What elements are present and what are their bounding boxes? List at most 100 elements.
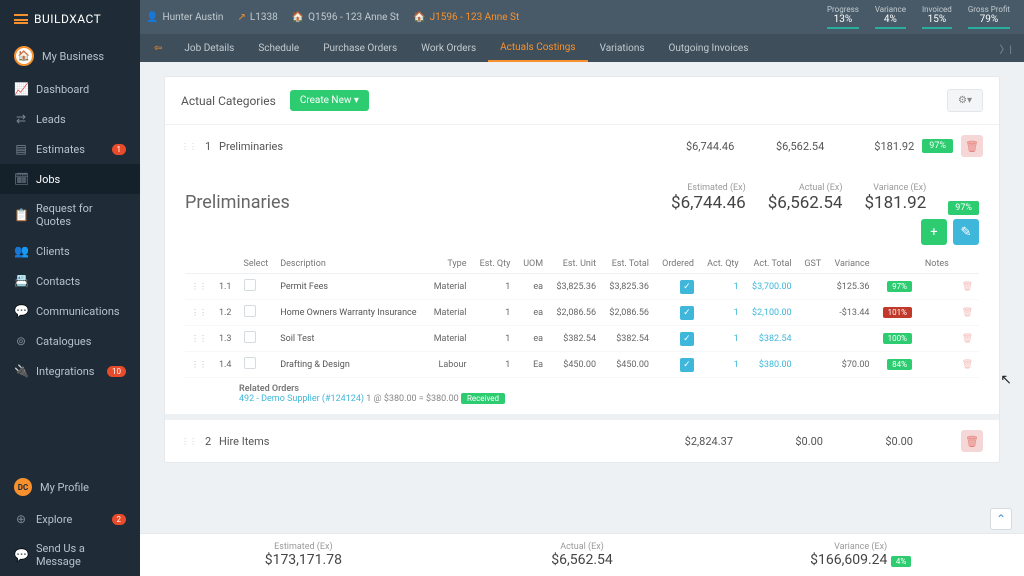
items-table: Select Description Type Est. Qty UOM Est… [185,255,979,378]
edit-button[interactable]: ✎ [953,219,979,245]
breadcrumb[interactable]: 🏠 J1596 - 123 Anne St [413,12,519,23]
drag-handle-icon[interactable]: ⋮⋮ [185,274,213,300]
ordered-check-icon[interactable]: ✓ [680,280,694,294]
col-gst: GST [798,255,828,274]
act-qty-link[interactable]: 1 [734,360,739,370]
sidebar-item-catalogues[interactable]: ⊚Catalogues [0,326,140,356]
delete-row-button[interactable]: 🗑 [962,360,973,370]
sidebar-item-send-us-a-message[interactable]: 💬Send Us a Message [0,534,140,576]
col-uom: UOM [516,255,549,274]
add-item-button[interactable]: + [921,219,947,245]
menu-icon[interactable] [14,14,28,24]
act-total-link[interactable]: $2,100.00 [752,308,792,318]
tab-work-orders[interactable]: Work Orders [409,34,488,62]
ordered-check-icon[interactable]: ✓ [680,332,694,346]
back-icon[interactable]: ⇦ [144,43,172,54]
var-value: $181.92 [864,193,926,213]
tab-purchase-orders[interactable]: Purchase Orders [311,34,409,62]
sidebar-item-request-for-quotes[interactable]: 📋Request for Quotes [0,194,140,236]
col-type: Type [427,255,473,274]
delete-row-button[interactable]: 🗑 [962,334,973,344]
category-name: Hire Items [219,435,643,448]
drag-handle-icon[interactable]: ⋮⋮ [181,437,197,446]
breadcrumb[interactable]: ↗ L1338 [237,12,277,23]
sidebar-item-clients[interactable]: 👥Clients [0,236,140,266]
act-value: $6,562.54 [768,193,843,213]
metric-variance: Variance4% [875,5,906,29]
metric-invoiced: Invoiced15% [922,5,952,29]
topbar: 👤 Hunter Austin ↗ L1338 🏠 Q1596 - 123 Anne… [140,0,1024,34]
sidebar: BUILDXACT 🏠My Business📈Dashboard⇄Leads▤E… [0,0,140,576]
tab-job-details[interactable]: Job Details [172,34,246,62]
drag-handle-icon[interactable]: ⋮⋮ [185,352,213,378]
tab-actuals-costings[interactable]: Actuals Costings [488,34,587,62]
est-label: Estimated (Ex) [671,183,746,193]
sidebar-item-dashboard[interactable]: 📈Dashboard [0,74,140,104]
sidebar-item-communications[interactable]: 💬Communications [0,296,140,326]
ordered-check-icon[interactable]: ✓ [680,306,694,320]
breadcrumb[interactable]: 🏠 Q1596 - 123 Anne St [292,12,399,23]
select-checkbox[interactable] [244,305,256,317]
footer-totals: Estimated (Ex)$173,171.78 Actual (Ex)$6,… [140,533,1024,576]
act-total-link[interactable]: $3,700.00 [752,282,792,292]
scroll-top-button[interactable]: ⌃ [990,508,1012,530]
act-qty-link[interactable]: 1 [734,308,739,318]
delete-category-button[interactable]: 🗑 [961,135,983,157]
category-name: Preliminaries [219,140,644,153]
delete-row-button[interactable]: 🗑 [962,282,973,292]
act-total-link[interactable]: $382.54 [759,334,792,344]
select-checkbox[interactable] [244,279,256,291]
related-orders: Related Orders 492 - Demo Supplier (#124… [185,378,979,410]
col-variance: Variance [827,255,875,274]
sidebar-item-explore[interactable]: ⊕Explore2 [0,504,140,534]
sidebar-item-integrations[interactable]: 🔌Integrations10 [0,356,140,386]
variance-pill: 101% [883,307,912,318]
foot-act-value: $6,562.54 [443,552,722,568]
foot-act-label: Actual (Ex) [443,542,722,552]
panel-title: Actual Categories [181,94,276,108]
metric-gross profit: Gross Profit79% [968,5,1010,29]
tab-variations[interactable]: Variations [588,34,657,62]
categories-panel: Actual Categories Create New ▾ ⚙▾ ⋮⋮ 1 P… [164,76,1000,463]
sidebar-item-estimates[interactable]: ▤Estimates1 [0,134,140,164]
settings-button[interactable]: ⚙▾ [947,89,983,112]
table-row: ⋮⋮1.2Home Owners Warranty InsuranceMater… [185,300,979,326]
table-row: ⋮⋮1.1Permit FeesMaterial1ea$3,825.36$3,8… [185,274,979,300]
select-checkbox[interactable] [244,357,256,369]
delete-row-button[interactable]: 🗑 [962,308,973,318]
sidebar-item-my-business[interactable]: 🏠My Business [0,38,140,74]
col-notes: Notes [918,255,955,274]
act-total-link[interactable]: $380.00 [759,360,792,370]
forward-icon[interactable]: 〉| [992,41,1020,56]
col-select: Select [238,255,275,274]
col-desc: Description [274,255,426,274]
related-order-link[interactable]: 492 - Demo Supplier (#124124) [239,394,364,404]
variance-pill: 100% [883,333,912,344]
delete-category-button[interactable]: 🗑 [961,430,983,452]
create-new-button[interactable]: Create New ▾ [290,90,369,111]
sidebar-item-contacts[interactable]: 📇Contacts [0,266,140,296]
drag-handle-icon[interactable]: ⋮⋮ [181,142,197,151]
act-qty-link[interactable]: 1 [734,334,739,344]
ordered-check-icon[interactable]: ✓ [680,358,694,372]
act-qty-link[interactable]: 1 [734,282,739,292]
status-received: Received [461,393,505,404]
category-variance: $0.00 [823,435,913,448]
col-eunit: Est. Unit [549,255,602,274]
drag-handle-icon[interactable]: ⋮⋮ [185,326,213,352]
breadcrumb[interactable]: 👤 Hunter Austin [146,12,223,23]
category-detail: Preliminaries Estimated (Ex)$6,744.46 Ac… [165,167,999,414]
tab-outgoing-invoices[interactable]: Outgoing Invoices [657,34,761,62]
detail-progress: 97% [948,201,979,215]
select-checkbox[interactable] [244,331,256,343]
foot-est-label: Estimated (Ex) [164,542,443,552]
sidebar-item-my-profile[interactable]: DCMy Profile [0,470,140,504]
category-row-2[interactable]: ⋮⋮ 2 Hire Items $2,824.37 $0.00 $0.00 🗑 [165,414,999,462]
category-row-1[interactable]: ⋮⋮ 1 Preliminaries $6,744.46 $6,562.54 $… [165,124,999,167]
sidebar-item-leads[interactable]: ⇄Leads [0,104,140,134]
tab-schedule[interactable]: Schedule [246,34,311,62]
table-row: ⋮⋮1.4Drafting & DesignLabour1Ea$450.00$4… [185,352,979,378]
drag-handle-icon[interactable]: ⋮⋮ [185,300,213,326]
category-actual: $6,562.54 [734,140,824,153]
sidebar-item-jobs[interactable]: 🗓Jobs [0,164,140,194]
